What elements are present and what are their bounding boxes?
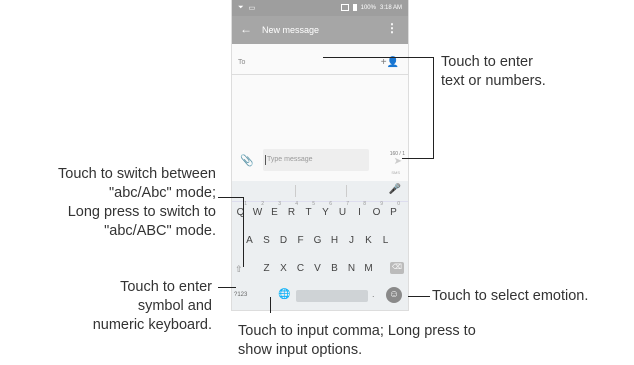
callout-shift: Touch to switch between "abc/Abc" mode; … [58, 166, 216, 239]
message-placeholder: Type message [267, 156, 313, 163]
key-t[interactable]: T5 [300, 201, 317, 223]
key-o[interactable]: O9 [368, 201, 385, 223]
key-r[interactable]: R4 [283, 201, 300, 223]
key-b[interactable]: B [326, 259, 343, 279]
callout-to-field: Touch to enter text or numbers. [441, 54, 546, 89]
key-g[interactable]: G [309, 231, 326, 251]
key-row-3: ⇧ Z X C V B N M ⌫ [232, 259, 408, 279]
callout-line-to-send [402, 158, 434, 159]
recipient-field[interactable]: To +👤 [232, 52, 408, 75]
key-i[interactable]: I8 [351, 201, 368, 223]
page-title: New message [262, 25, 320, 35]
key-k[interactable]: K [360, 231, 377, 251]
battery-icon [352, 4, 357, 11]
key-f[interactable]: F [292, 231, 309, 251]
recipient-label: To [238, 59, 246, 66]
clock: 3:18 AM [379, 4, 402, 11]
key-y[interactable]: Y6 [317, 201, 334, 223]
period-key[interactable]: . [372, 289, 375, 299]
soft-keyboard: 🎤 Q1 W2 E3 R4 T5 Y6 U7 I8 O9 P0 A S D F … [232, 181, 408, 310]
text-cursor [265, 155, 266, 165]
send-type-label: SMS [391, 170, 400, 175]
add-contact-icon[interactable]: +👤 [381, 57, 399, 68]
callout-line-to [323, 57, 433, 58]
key-c[interactable]: C [292, 259, 309, 279]
key-e[interactable]: E3 [266, 201, 283, 223]
key-row-4: ?123 🌐 . ☺ [232, 287, 408, 307]
symbol-key[interactable]: ?123 [234, 292, 247, 298]
key-n[interactable]: N [343, 259, 360, 279]
callout-symbol: Touch to enter symbol and numeric keyboa… [92, 279, 212, 333]
compose-bar: 📎 Type message 160 / 1 ➤ SMS [232, 146, 408, 178]
key-l[interactable]: L [377, 231, 394, 251]
key-p[interactable]: P0 [385, 201, 402, 223]
battery-level: 100% [360, 4, 376, 11]
attach-icon[interactable]: 📎 [240, 154, 254, 167]
key-s[interactable]: S [258, 231, 275, 251]
emoji-icon[interactable]: ☺ [386, 287, 402, 303]
key-u[interactable]: U7 [334, 201, 351, 223]
key-v[interactable]: V [309, 259, 326, 279]
callout-emoji: Touch to select emotion. [432, 288, 589, 304]
key-q[interactable]: Q1 [232, 201, 249, 223]
key-z[interactable]: Z [258, 259, 275, 279]
signal-icon [340, 4, 349, 11]
key-w[interactable]: W2 [249, 201, 266, 223]
key-d[interactable]: D [275, 231, 292, 251]
callout-line-symbol [218, 287, 236, 288]
phone-screen: ⏷ ▭ 100% 3:18 AM ← New message ⋮ To +👤 📎… [232, 0, 408, 310]
callout-comma: Touch to input comma; Long press to show… [238, 323, 476, 358]
space-key[interactable] [296, 290, 368, 302]
key-m[interactable]: M [360, 259, 377, 279]
callout-line-comma [270, 297, 271, 313]
message-input[interactable]: Type message [263, 149, 369, 171]
callout-line-shift [218, 197, 243, 198]
globe-icon[interactable]: 🌐 [278, 289, 290, 300]
more-options-icon[interactable]: ⋮ [386, 21, 398, 35]
microphone-icon[interactable]: 🎤 [389, 184, 401, 195]
key-row-2: A S D F G H J K L [232, 231, 408, 251]
key-x[interactable]: X [275, 259, 292, 279]
callout-line-emoji [408, 296, 430, 297]
callout-line-to-vertical [433, 57, 434, 158]
send-icon[interactable]: ➤ [394, 156, 402, 167]
back-arrow-icon[interactable]: ← [240, 22, 252, 36]
image-icon: ▭ [248, 5, 256, 12]
key-row-1: Q1 W2 E3 R4 T5 Y6 U7 I8 O9 P0 [232, 201, 408, 223]
key-j[interactable]: J [343, 231, 360, 251]
suggestion-strip: 🎤 [232, 181, 408, 202]
callout-line-shift-vertical [243, 197, 244, 267]
wifi-icon: ⏷ [238, 4, 244, 11]
backspace-icon[interactable]: ⌫ [390, 262, 404, 274]
status-bar: ⏷ ▭ 100% 3:18 AM [232, 0, 408, 16]
app-toolbar: ← New message ⋮ [232, 16, 408, 44]
key-h[interactable]: H [326, 231, 343, 251]
shift-icon[interactable]: ⇧ [235, 264, 243, 275]
